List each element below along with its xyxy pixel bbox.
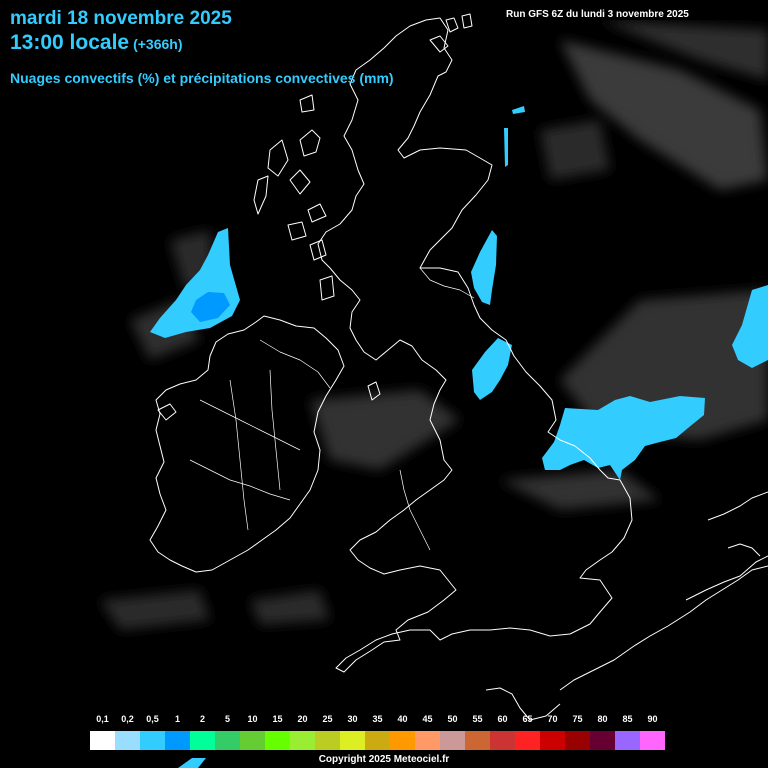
legend-swatch xyxy=(215,731,240,750)
legend-swatch xyxy=(415,731,440,750)
legend-label: 0,1 xyxy=(96,714,109,724)
precip-area-northsea xyxy=(471,230,497,305)
legend-label: 60 xyxy=(497,714,508,724)
copyright-notice: Copyright 2025 Meteociel.fr xyxy=(318,754,450,765)
legend-label: 5 xyxy=(224,714,230,724)
legend-label: 80 xyxy=(597,714,608,724)
legend-label: 20 xyxy=(297,714,308,724)
legend-swatch xyxy=(515,731,540,750)
legend-label: 75 xyxy=(572,714,583,724)
legend-swatch xyxy=(365,731,390,750)
legend-swatch xyxy=(190,731,215,750)
legend-label: 90 xyxy=(647,714,658,724)
legend-label: 0,5 xyxy=(146,714,159,724)
precip-streak-north xyxy=(504,128,508,167)
legend-swatch xyxy=(465,731,490,750)
forecast-time-row: 13:00 locale (+366h) xyxy=(10,31,183,55)
legend-swatch xyxy=(165,731,190,750)
legend-swatch xyxy=(90,731,115,750)
legend-swatch xyxy=(590,731,615,750)
legend-swatch xyxy=(340,731,365,750)
forecast-lead-time: (+366h) xyxy=(133,36,183,52)
legend-swatch xyxy=(540,731,565,750)
weather-map: mardi 18 novembre 2025 13:00 locale (+366… xyxy=(0,0,768,768)
legend-label: 35 xyxy=(372,714,383,724)
legend-label: 65 xyxy=(522,714,533,724)
legend-label: 15 xyxy=(272,714,283,724)
legend-label: 55 xyxy=(472,714,483,724)
legend-swatch xyxy=(640,731,665,750)
legend-swatch xyxy=(265,731,290,750)
legend-labels: 0,1 0,2 0,5 1 2 5 10 15 20 25 30 35 40 45 50 55 60 65 70 75… xyxy=(90,712,665,726)
legend-label: 70 xyxy=(547,714,558,724)
legend-label: 1 xyxy=(174,714,180,724)
legend-label: 85 xyxy=(622,714,633,724)
color-legend: 0,1 0,2 0,5 1 2 5 10 15 20 25 30 35 40 45 50 55 60 65 70 75… xyxy=(90,712,665,752)
legend-label: 10 xyxy=(247,714,258,724)
precip-dot-north xyxy=(512,106,525,114)
legend-label: 2 xyxy=(199,714,205,724)
precipitation-layer xyxy=(150,106,768,768)
legend-label: 30 xyxy=(347,714,358,724)
forecast-time: 13:00 locale xyxy=(10,31,130,54)
legend-swatch xyxy=(115,731,140,750)
legend-swatch xyxy=(615,731,640,750)
model-run-info: Run GFS 6Z du lundi 3 novembre 2025 xyxy=(498,9,756,20)
legend-swatch xyxy=(140,731,165,750)
legend-label: 50 xyxy=(447,714,458,724)
legend-swatch xyxy=(390,731,415,750)
forecast-date: mardi 18 novembre 2025 xyxy=(10,8,232,29)
legend-label: 0,2 xyxy=(121,714,134,724)
legend-swatch xyxy=(290,731,315,750)
legend-swatch xyxy=(240,731,265,750)
legend-swatch xyxy=(315,731,340,750)
legend-swatch xyxy=(565,731,590,750)
legend-swatches xyxy=(90,731,665,750)
legend-label: 45 xyxy=(422,714,433,724)
map-canvas xyxy=(100,13,768,768)
product-title: Nuages convectifs (%) et précipitations … xyxy=(10,70,394,86)
legend-label: 40 xyxy=(397,714,408,724)
legend-swatch xyxy=(490,731,515,750)
legend-swatch xyxy=(440,731,465,750)
precip-area-east-coast xyxy=(472,338,512,400)
legend-label: 25 xyxy=(322,714,333,724)
